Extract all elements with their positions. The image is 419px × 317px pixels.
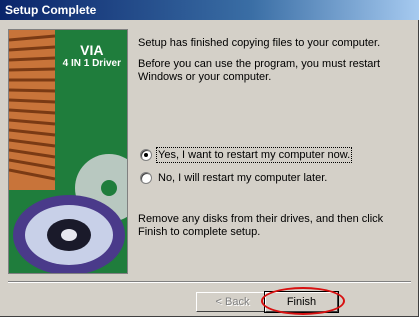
product-banner-image: VIA 4 IN 1 Driver [8,29,128,274]
title-bar[interactable]: Setup Complete [0,0,419,20]
restart-later-label[interactable]: No, I will restart my computer later. [158,172,327,184]
brand-line2: 4 IN 1 Driver [62,58,121,69]
divider [8,281,411,283]
restart-now-option[interactable]: Yes, I want to restart my computer now. [140,147,353,163]
remove-disks-message: Remove any disks from their drives, and … [138,213,384,238]
finished-message: Setup has finished copying files to your… [138,37,381,49]
setup-complete-dialog: Setup Complete VIA 4 IN 1 Driver Setup h… [0,0,419,317]
restart-later-option[interactable]: No, I will restart my computer later. [140,172,327,184]
finish-button[interactable]: Finish [264,291,339,313]
radio-selected-icon[interactable] [140,149,152,161]
radio-unselected-icon[interactable] [140,172,152,184]
back-button[interactable]: < Back [196,292,269,312]
brand-line1: VIA [80,42,104,58]
restart-now-label[interactable]: Yes, I want to restart my computer now. [155,147,353,163]
brand-label: VIA 4 IN 1 Driver [63,42,121,69]
restart-notice: Before you can use the program, you must… [138,58,381,83]
window-title: Setup Complete [5,3,97,17]
